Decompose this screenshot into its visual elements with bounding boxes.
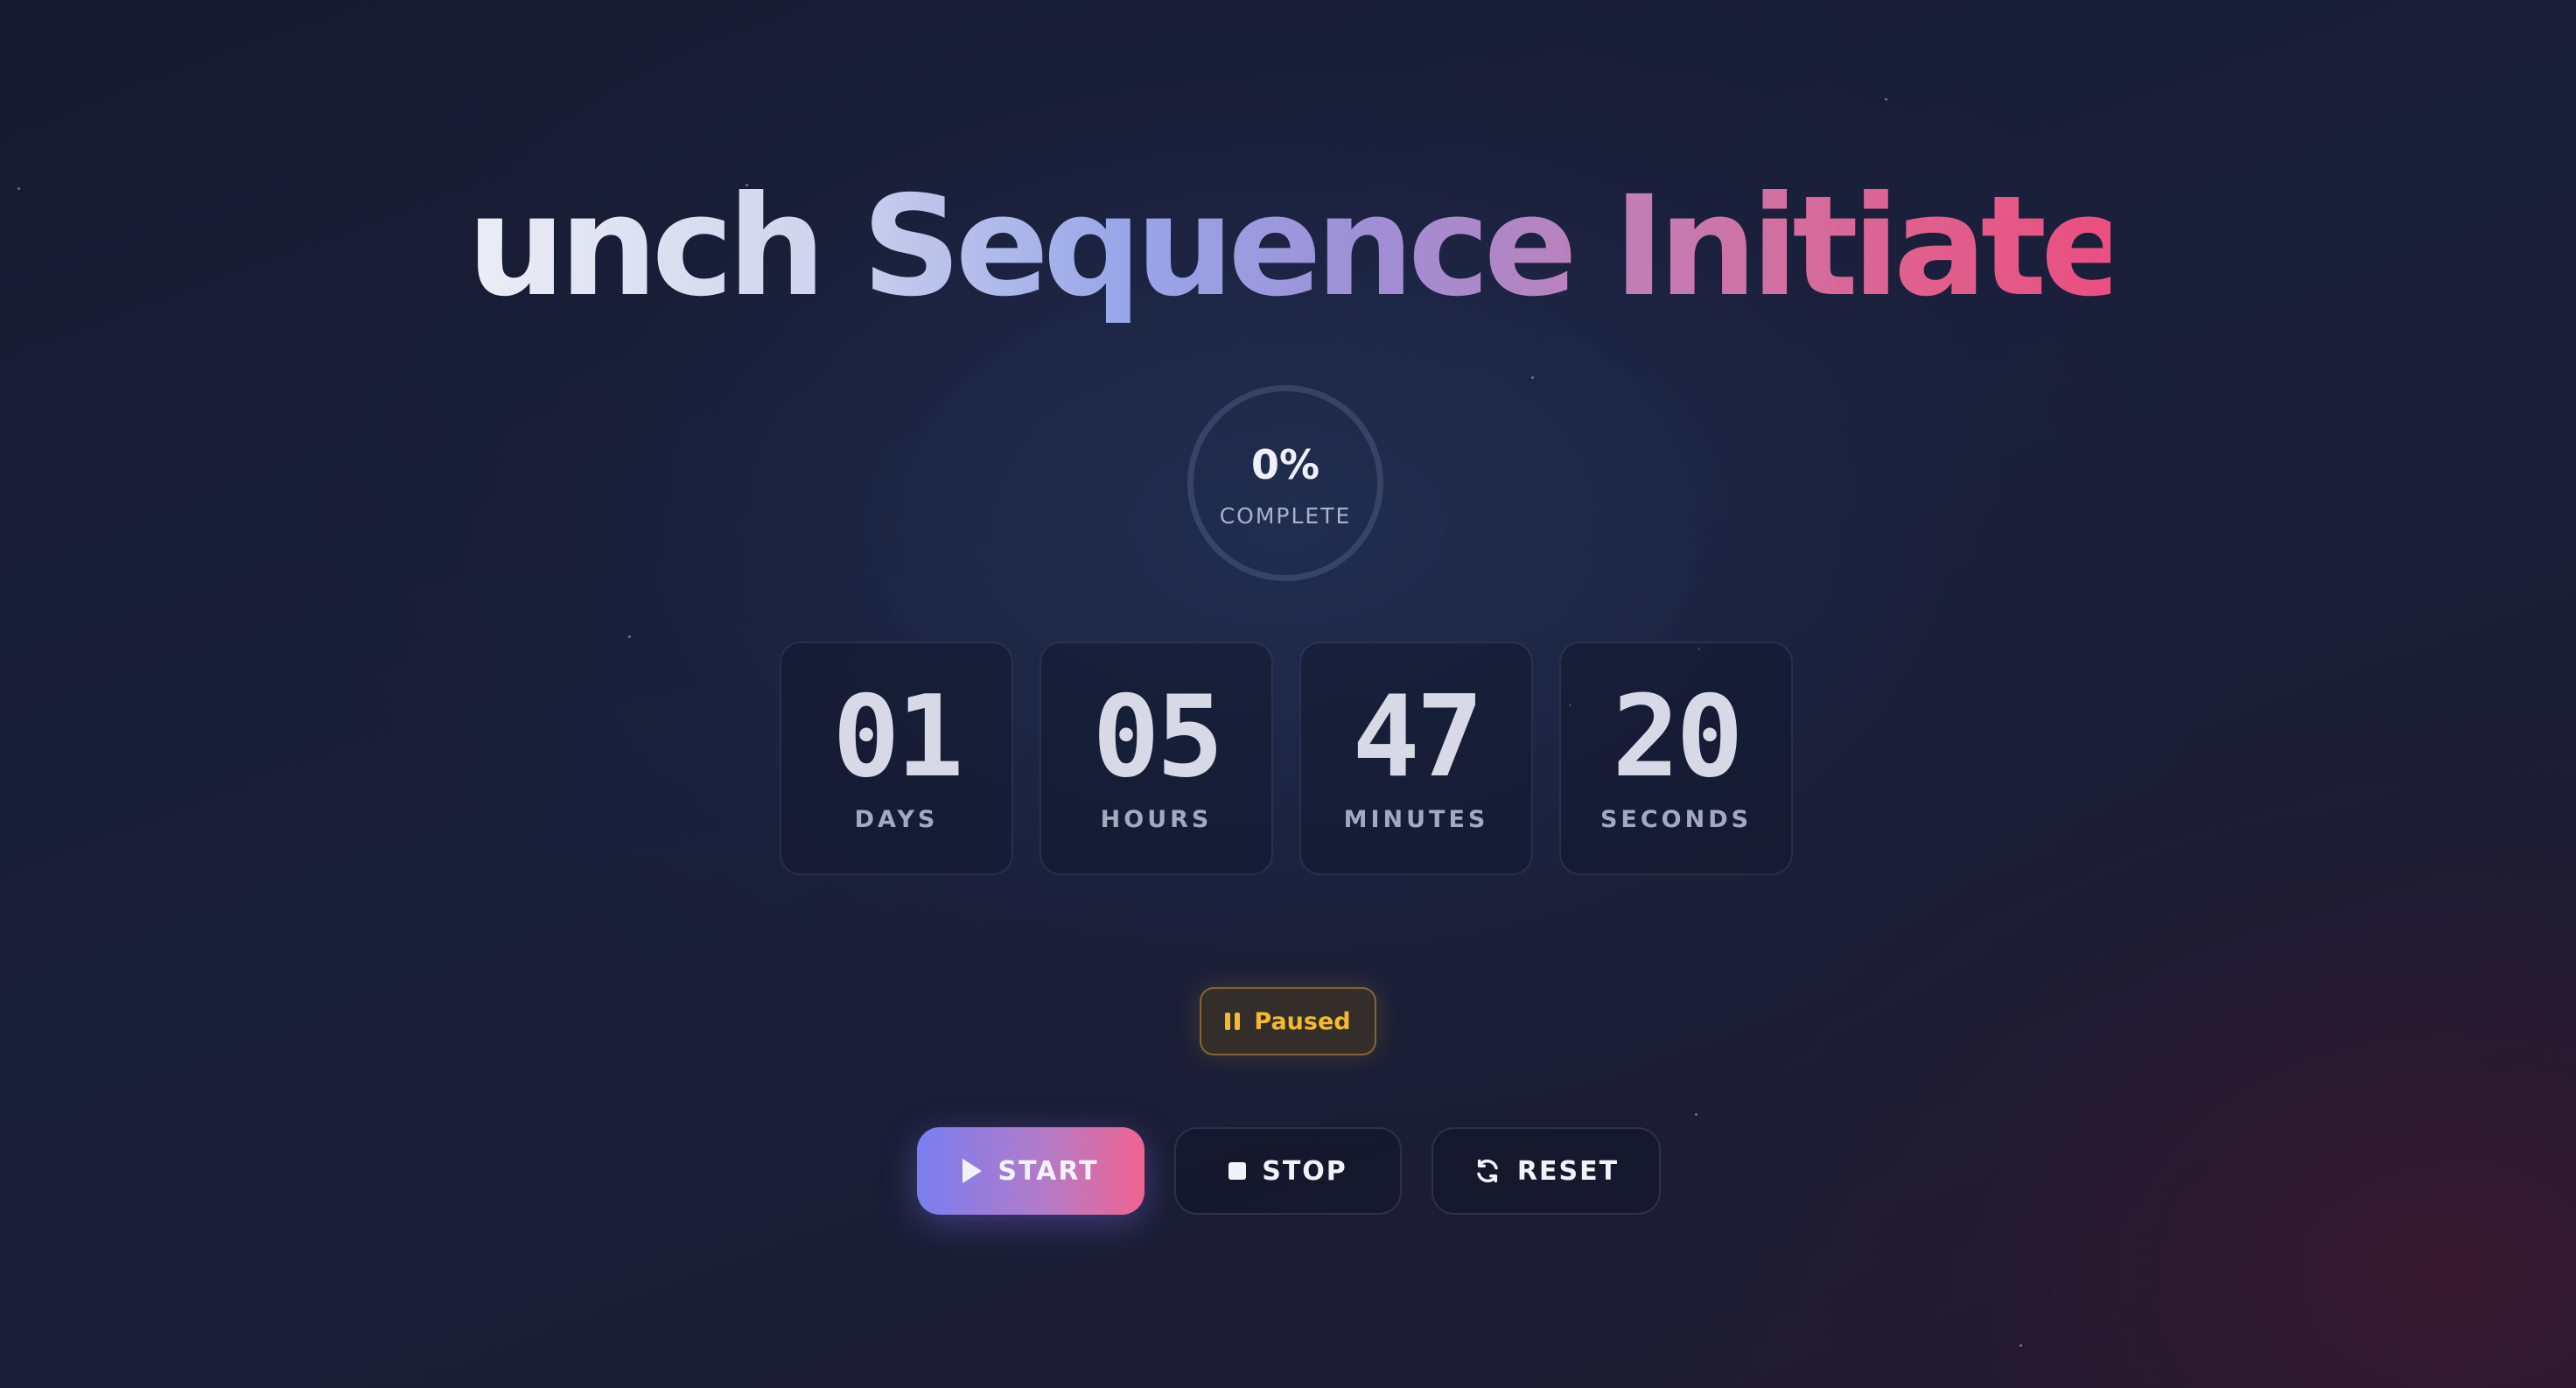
start-button-label: START [998, 1155, 1099, 1187]
progress-label: COMPLETE [1219, 503, 1352, 529]
reset-button[interactable]: RESET [1432, 1127, 1661, 1215]
seconds-value: 20 [1612, 672, 1743, 803]
progress-ring: 0% COMPLETE [1187, 385, 1383, 581]
star [1885, 98, 1887, 101]
countdown-hours: 05 HOURS [1040, 641, 1273, 875]
countdown-days: 01 DAYS [780, 641, 1013, 875]
countdown-minutes: 47 MINUTES [1299, 641, 1533, 875]
minutes-value: 47 [1352, 672, 1483, 803]
status-text: Paused [1254, 1007, 1351, 1035]
days-value: 01 [832, 672, 963, 803]
minutes-label: MINUTES [1343, 806, 1489, 833]
hours-value: 05 [1092, 672, 1223, 803]
timer-controls: START STOP RESET [917, 1127, 1661, 1215]
star [2020, 1344, 2022, 1347]
countdown-seconds: 20 SECONDS [1559, 641, 1793, 875]
start-button[interactable]: START [917, 1127, 1144, 1215]
page-title: Launch Sequence Initiated! [0, 166, 2576, 328]
star [1531, 376, 1534, 379]
progress-percentage: 0% [1250, 441, 1320, 488]
play-icon [962, 1159, 983, 1183]
days-label: DAYS [854, 806, 939, 833]
stop-icon [1228, 1162, 1247, 1180]
reset-button-label: RESET [1516, 1155, 1620, 1187]
seconds-label: SECONDS [1600, 806, 1753, 833]
refresh-icon [1477, 1159, 1498, 1183]
stop-button[interactable]: STOP [1174, 1127, 1402, 1215]
countdown-units: 01 DAYS 05 HOURS 47 MINUTES 20 SECONDS [780, 641, 1793, 875]
hours-label: HOURS [1100, 806, 1213, 833]
star [1695, 1113, 1698, 1116]
star [628, 635, 631, 638]
pause-icon [1225, 1013, 1241, 1030]
stop-button-label: STOP [1262, 1155, 1348, 1187]
status-badge: Paused [1200, 987, 1376, 1055]
